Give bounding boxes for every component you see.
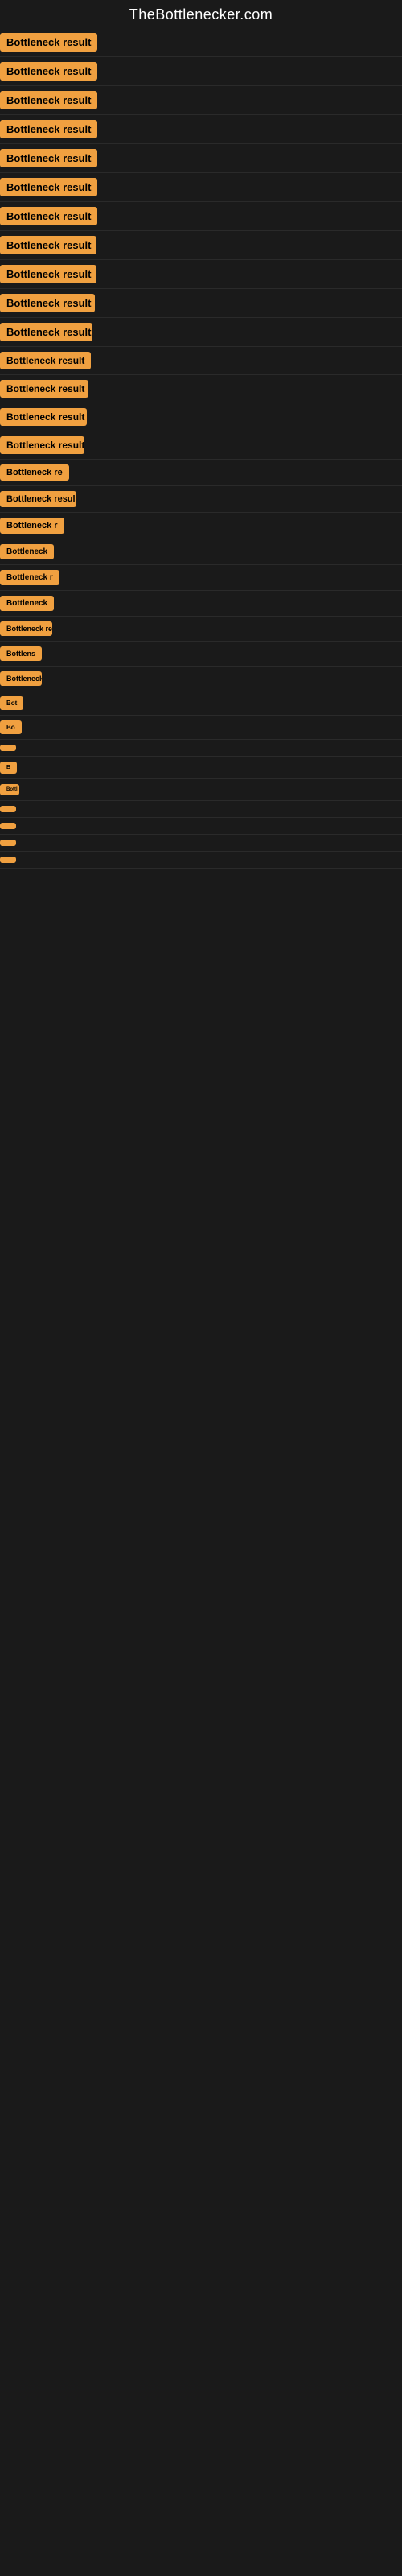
- bottleneck-badge[interactable]: Bot: [0, 696, 23, 710]
- bottleneck-row: Bottleneck r: [0, 565, 402, 591]
- bottleneck-badge[interactable]: Bottleneck r: [0, 570, 59, 585]
- bottleneck-row: Bottleneck result: [0, 403, 402, 431]
- bottleneck-badge[interactable]: Bottl: [0, 784, 19, 795]
- bottleneck-row: [0, 835, 402, 852]
- bottleneck-badge[interactable]: Bo: [0, 720, 22, 734]
- bottleneck-badge[interactable]: Bottleneck: [0, 596, 54, 611]
- bottleneck-row: Bottleneck result: [0, 486, 402, 513]
- bottleneck-row: Bottleneck result: [0, 144, 402, 173]
- bottleneck-row: Bottleneck r: [0, 513, 402, 539]
- bottleneck-badge[interactable]: B: [0, 762, 17, 774]
- bottleneck-badge[interactable]: [0, 857, 16, 863]
- bottleneck-badge[interactable]: Bottleneck result: [0, 120, 97, 138]
- bottleneck-list: Bottleneck result Bottleneck result Bottle…: [0, 28, 402, 869]
- bottleneck-row: Bottleneck result: [0, 347, 402, 375]
- bottleneck-badge[interactable]: Bottleneck result: [0, 207, 97, 225]
- bottleneck-row: Bo: [0, 716, 402, 740]
- bottleneck-row: [0, 801, 402, 818]
- bottleneck-row: Bottleneck: [0, 591, 402, 617]
- bottleneck-row: [0, 740, 402, 757]
- bottleneck-row: Bottleneck result: [0, 260, 402, 289]
- bottleneck-row: Bottleneck res: [0, 617, 402, 642]
- bottleneck-badge[interactable]: Bottleneck r: [0, 518, 64, 534]
- bottleneck-row: Bottleneck result: [0, 57, 402, 86]
- bottleneck-row: Bottleneck result: [0, 202, 402, 231]
- bottleneck-badge[interactable]: Bottleneck result: [0, 91, 97, 109]
- bottleneck-row: [0, 852, 402, 869]
- bottleneck-row: Bottleneck result: [0, 28, 402, 57]
- bottleneck-badge[interactable]: Bottleneck result: [0, 149, 97, 167]
- site-title: TheBottlenecker.com: [0, 0, 402, 28]
- bottleneck-row: Bottleneck result: [0, 375, 402, 403]
- bottleneck-badge[interactable]: Bottleneck result: [0, 62, 97, 80]
- bottleneck-badge[interactable]: Bottleneck result: [0, 352, 91, 369]
- bottleneck-badge[interactable]: [0, 806, 16, 812]
- bottleneck-badge[interactable]: Bottleneck result: [0, 380, 88, 398]
- bottleneck-row: Bottleneck result: [0, 431, 402, 460]
- bottleneck-badge[interactable]: Bottleneck result: [0, 323, 92, 341]
- bottleneck-badge[interactable]: Bottleneck result: [0, 178, 97, 196]
- bottleneck-badge[interactable]: Bottleneck result: [0, 33, 97, 52]
- bottleneck-badge[interactable]: Bottleneck result: [0, 491, 76, 507]
- bottleneck-row: [0, 818, 402, 835]
- bottleneck-row: B: [0, 757, 402, 779]
- bottleneck-row: Bottleneck result: [0, 318, 402, 347]
- bottleneck-badge[interactable]: [0, 745, 16, 751]
- bottleneck-badge[interactable]: Bottleneck res: [0, 621, 52, 636]
- bottleneck-badge[interactable]: Bottleneck result: [0, 294, 95, 312]
- bottleneck-badge[interactable]: [0, 823, 16, 829]
- bottleneck-badge[interactable]: Bottleneck re: [0, 464, 69, 481]
- bottleneck-badge[interactable]: Bottleneck result: [0, 436, 84, 454]
- bottleneck-badge[interactable]: Bottleneck: [0, 544, 54, 559]
- bottleneck-row: Bottleneck result: [0, 86, 402, 115]
- bottleneck-row: Bottl: [0, 779, 402, 801]
- bottleneck-row: Bottleneck re: [0, 460, 402, 486]
- bottleneck-badge[interactable]: [0, 840, 16, 846]
- bottleneck-row: Bottlens: [0, 642, 402, 667]
- bottleneck-row: Bot: [0, 691, 402, 716]
- bottleneck-badge[interactable]: Bottleneck result: [0, 408, 87, 426]
- bottleneck-row: Bottleneck: [0, 539, 402, 565]
- bottleneck-badge[interactable]: Bottleneck: [0, 671, 42, 686]
- bottom-spacer: [0, 869, 402, 1030]
- bottleneck-badge[interactable]: Bottleneck result: [0, 236, 96, 254]
- bottleneck-row: Bottleneck result: [0, 115, 402, 144]
- bottleneck-row: Bottleneck result: [0, 173, 402, 202]
- bottleneck-row: Bottleneck result: [0, 231, 402, 260]
- bottleneck-badge[interactable]: Bottlens: [0, 646, 42, 661]
- bottleneck-row: Bottleneck: [0, 667, 402, 691]
- bottleneck-row: Bottleneck result: [0, 289, 402, 318]
- bottleneck-badge[interactable]: Bottleneck result: [0, 265, 96, 283]
